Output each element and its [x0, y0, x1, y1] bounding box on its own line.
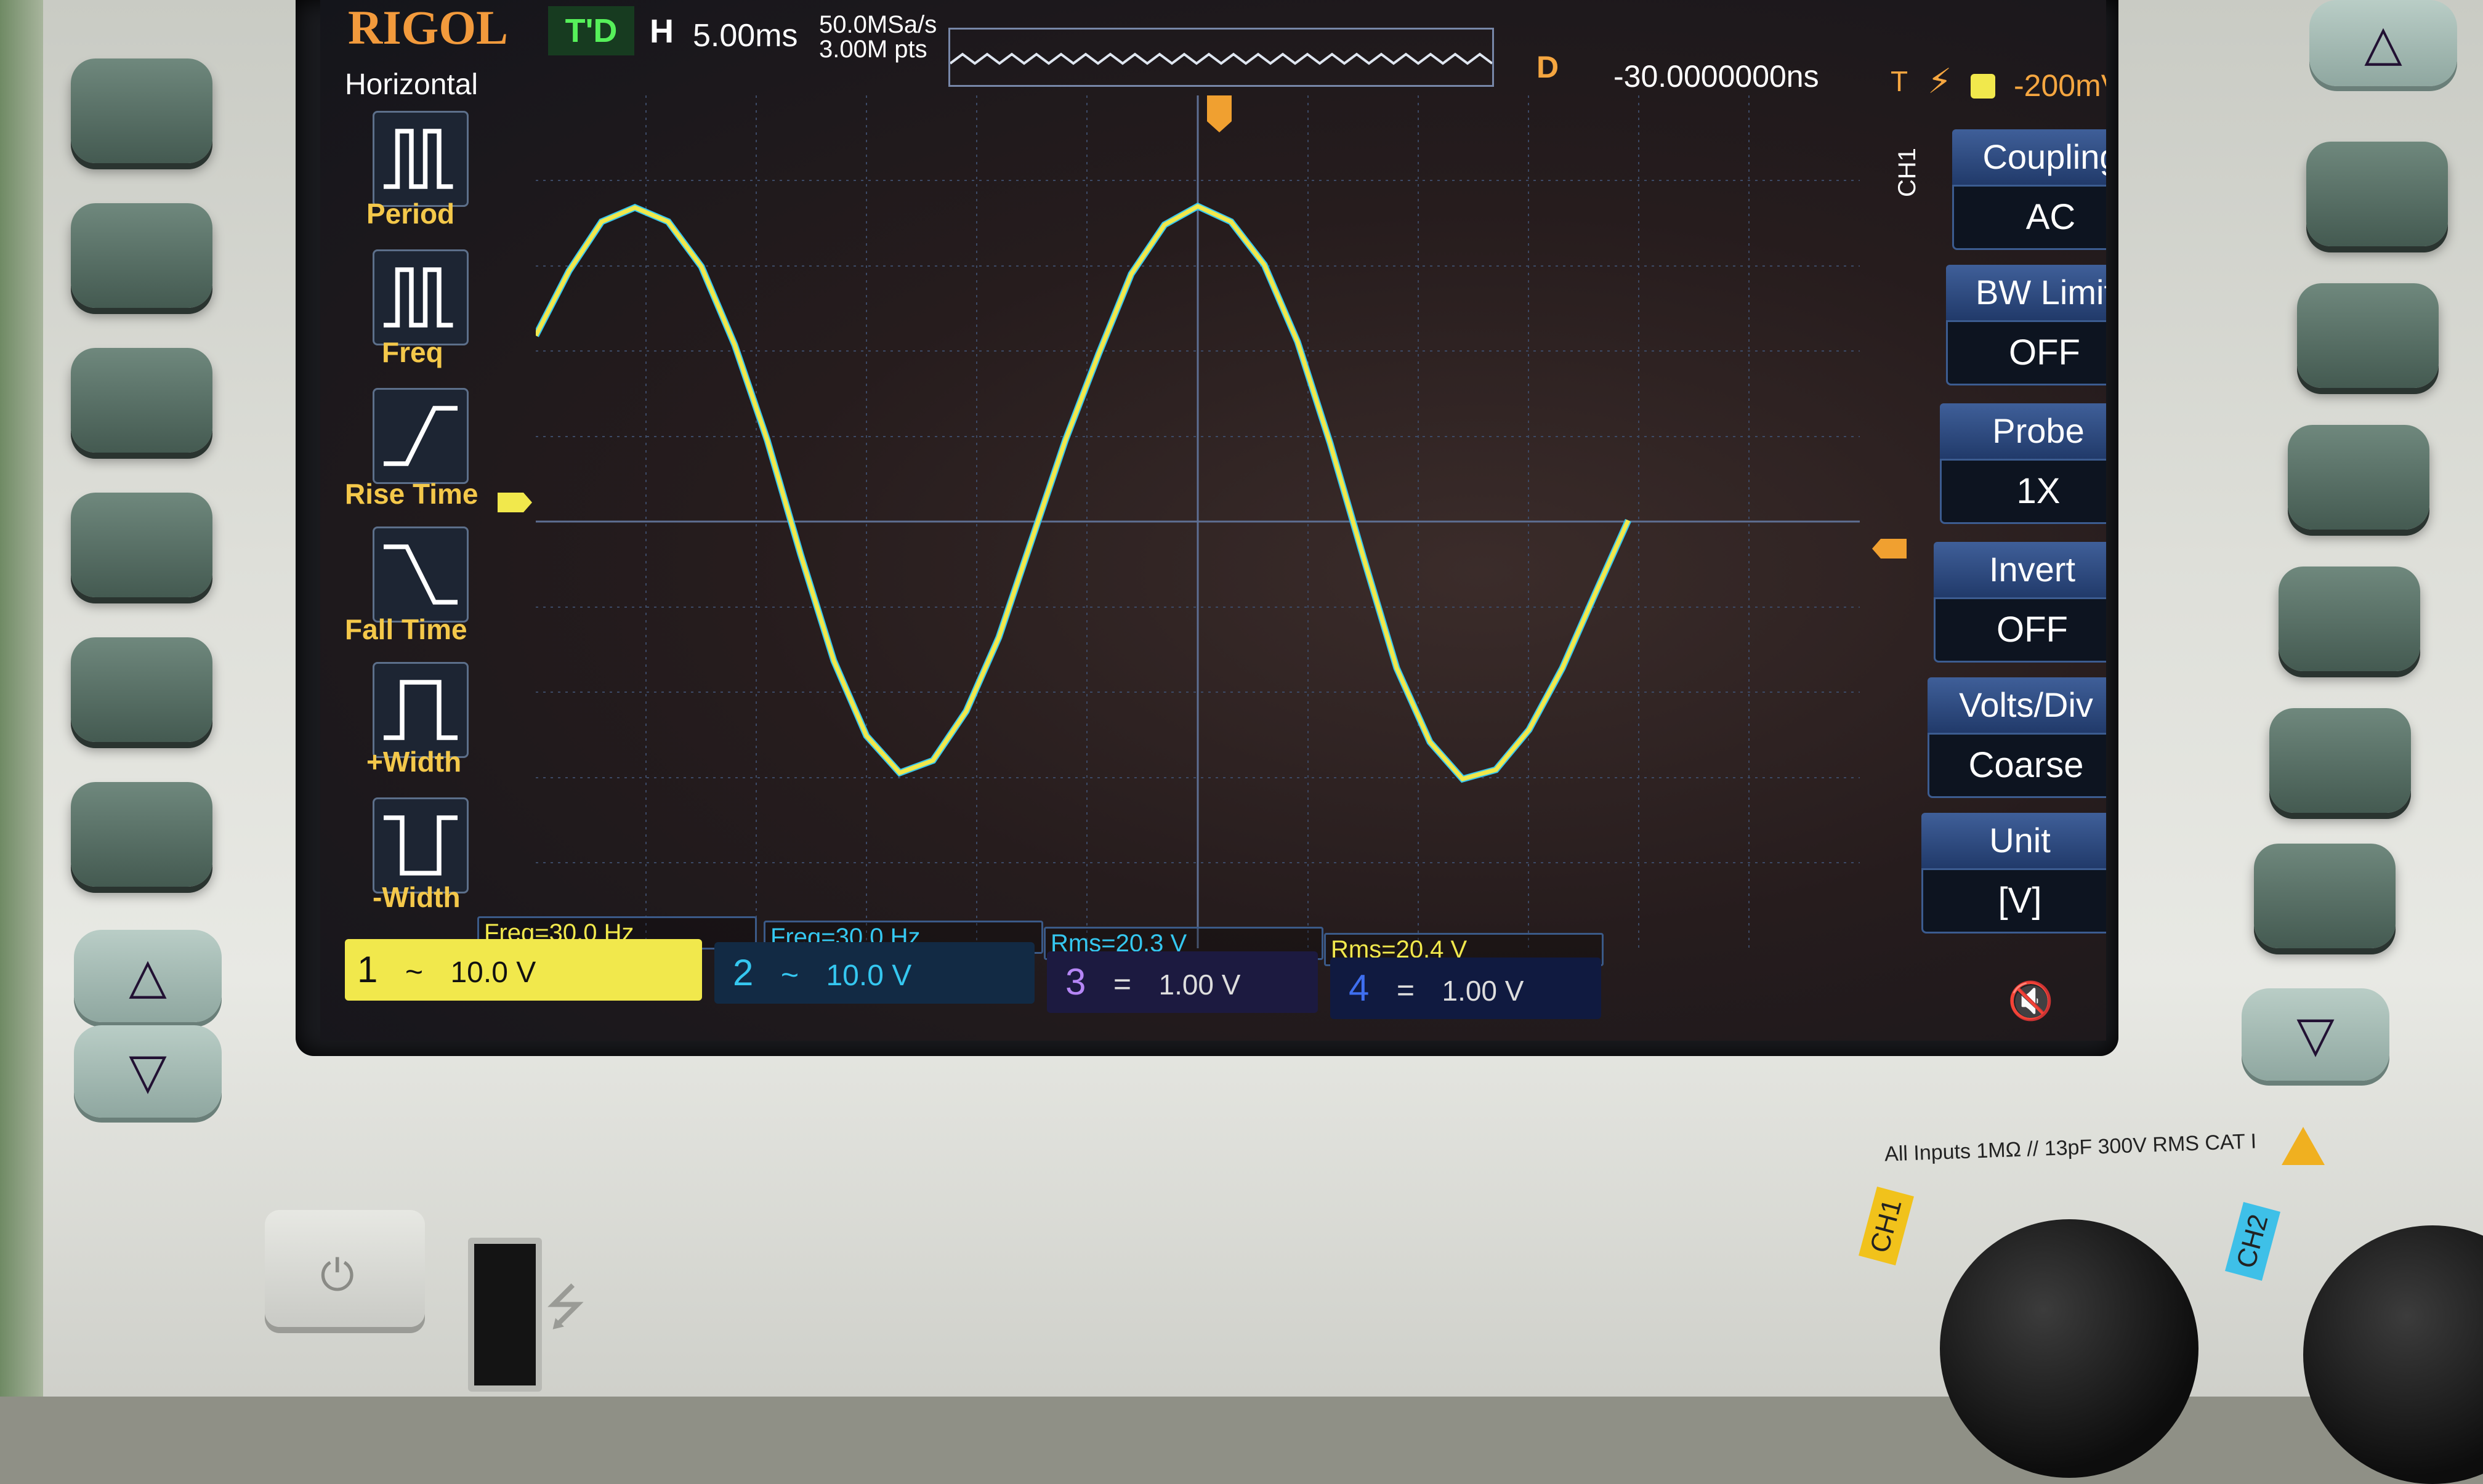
mute-icon[interactable]: 🔇: [2008, 979, 2054, 1023]
channel2-number: 2: [733, 952, 754, 993]
period-measure-label: Period: [366, 198, 455, 230]
left-softkey-6[interactable]: [71, 782, 212, 887]
fall-time-measure-label: Fall Time: [345, 613, 467, 645]
waveform-overview: [948, 28, 1494, 87]
invert-menu-title: Invert: [1934, 542, 2106, 597]
channel3-coupling-icon: =: [1113, 967, 1132, 1001]
positive-width-measure-label: +Width: [366, 746, 462, 778]
right-softkey-5[interactable]: [2269, 708, 2411, 813]
delay-label: D: [1536, 50, 1559, 84]
right-menu-down-button[interactable]: ▽: [2242, 988, 2389, 1081]
channel1-coupling-icon: ~: [405, 954, 424, 989]
channel3-scale: 1.00 V: [1158, 969, 1241, 1001]
channel4-scale: 1.00 V: [1442, 975, 1524, 1007]
right-softkey-2[interactable]: [2297, 283, 2439, 388]
period-measure-icon[interactable]: [373, 111, 469, 207]
trigger-label: T: [1891, 65, 1908, 97]
memory-depth: 3.00M pts: [819, 36, 927, 63]
volts-div-menu-title: Volts/Div: [1928, 677, 2106, 733]
left-softkey-1[interactable]: [71, 58, 212, 163]
fall-time-measure-icon[interactable]: [373, 526, 469, 623]
left-softkey-3[interactable]: [71, 348, 212, 453]
trigger-level: -200mV: [2014, 68, 2106, 103]
probe-menu-title: Probe: [1940, 403, 2106, 459]
coupling-menu-value[interactable]: AC: [1952, 185, 2106, 250]
channel3-number: 3: [1065, 961, 1086, 1002]
positive-width-measure-icon[interactable]: [373, 662, 469, 758]
channel3-status[interactable]: 3 = 1.00 V: [1047, 951, 1318, 1013]
left-softkey-4[interactable]: [71, 493, 212, 597]
channel4-status[interactable]: 4 = 1.00 V: [1330, 958, 1601, 1019]
negative-width-measure-label: -Width: [373, 881, 461, 913]
channel1-offset-marker-icon: [498, 493, 532, 512]
bw-limit-menu-title: BW Limit: [1946, 265, 2106, 320]
left-menu-up-button[interactable]: △: [74, 930, 222, 1022]
left-softkey-2[interactable]: [71, 203, 212, 308]
left-menu-title: Horizontal: [345, 68, 478, 101]
power-icon: ⏻: [320, 1250, 355, 1301]
right-softkey-3[interactable]: [2288, 425, 2429, 530]
run-status: T'D: [548, 6, 634, 55]
left-softkey-5[interactable]: [71, 637, 212, 742]
usb-port[interactable]: [468, 1238, 542, 1392]
volts-div-menu-value[interactable]: Coarse: [1928, 733, 2106, 798]
timebase-value: 5.00ms: [693, 18, 798, 54]
probe-menu-value[interactable]: 1X: [1940, 459, 2106, 524]
ch1-input-connector[interactable]: [1940, 1219, 2198, 1478]
background-edge: [0, 0, 43, 1397]
bw-limit-menu-value[interactable]: OFF: [1946, 320, 2106, 385]
rise-time-measure-label: Rise Time: [345, 478, 478, 510]
invert-menu-value[interactable]: OFF: [1934, 597, 2106, 663]
freq-measure-label: Freq: [382, 336, 443, 368]
horizontal-label: H: [650, 13, 674, 50]
channel2-coupling-icon: ~: [780, 958, 799, 992]
delay-value: -30.0000000ns: [1613, 59, 1819, 94]
right-menu-up-button[interactable]: △: [2309, 0, 2457, 86]
channel4-number: 4: [1349, 967, 1370, 1009]
brand-logo: RIGOL: [348, 1, 509, 54]
unit-menu-value[interactable]: [V]: [1921, 868, 2106, 934]
channel1-number: 1: [357, 949, 378, 990]
right-softkey-6[interactable]: [2254, 844, 2396, 948]
trigger-level-marker-icon: [1872, 539, 1907, 559]
negative-width-measure-icon[interactable]: [373, 797, 469, 893]
channel-menu-label: CH1: [1894, 147, 1921, 197]
left-menu-down-button[interactable]: ▽: [74, 1025, 222, 1118]
channel1-status[interactable]: 1 ~ 10.0 V: [345, 939, 702, 1001]
coupling-menu-title: Coupling: [1952, 129, 2106, 185]
channel4-coupling-icon: =: [1396, 973, 1415, 1007]
right-softkey-4[interactable]: [2279, 567, 2420, 671]
usb-icon: ⭍: [545, 1278, 586, 1336]
unit-menu-title: Unit: [1921, 813, 2106, 868]
channel2-scale: 10.0 V: [826, 959, 912, 992]
waveform-area: [533, 95, 1860, 948]
trigger-edge-icon: ⚡: [1928, 62, 1952, 102]
rise-time-measure-icon[interactable]: [373, 388, 469, 484]
waveform-plot: [533, 95, 1860, 948]
channel1-scale: 10.0 V: [450, 956, 536, 989]
right-softkey-1[interactable]: [2306, 142, 2448, 246]
oscilloscope-screen: RIGOL T'D H 5.00ms 50.0MSa/s 3.00M pts D…: [320, 0, 2106, 1041]
trigger-source-icon: [1971, 74, 1995, 99]
overview-waveform-icon: [949, 52, 1493, 65]
freq-measure-icon[interactable]: [373, 249, 469, 345]
sample-rate: 50.0MSa/s: [819, 11, 937, 38]
channel2-status[interactable]: 2 ~ 10.0 V: [714, 942, 1035, 1004]
